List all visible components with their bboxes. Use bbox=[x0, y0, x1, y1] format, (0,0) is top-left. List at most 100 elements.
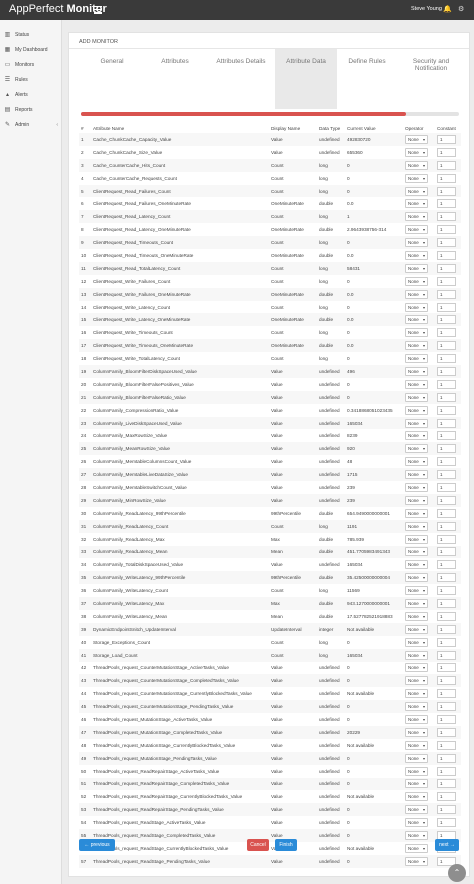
operator-select[interactable]: None ▾ bbox=[405, 508, 428, 518]
constant-input[interactable]: 1 bbox=[437, 805, 456, 815]
operator-select[interactable]: None ▾ bbox=[405, 354, 428, 364]
tab-attribute-data[interactable]: Attribute Data bbox=[275, 49, 337, 109]
constant-input[interactable]: 1 bbox=[437, 560, 456, 570]
operator-select[interactable]: None ▾ bbox=[405, 276, 428, 286]
hamburger-icon[interactable] bbox=[94, 6, 102, 16]
operator-select[interactable]: None ▾ bbox=[405, 805, 428, 815]
operator-select[interactable]: None ▾ bbox=[405, 392, 428, 402]
operator-select[interactable]: None ▾ bbox=[405, 689, 428, 699]
tab-attributes-details[interactable]: Attributes Details bbox=[209, 58, 273, 65]
tab-define-rules[interactable]: Define Rules bbox=[339, 58, 395, 65]
constant-input[interactable]: 1 bbox=[437, 276, 456, 286]
sidebar-item-admin[interactable]: ✎ Admin ‹ bbox=[0, 118, 62, 132]
bell-icon[interactable]: 🔔 bbox=[443, 5, 452, 13]
operator-select[interactable]: None ▾ bbox=[405, 521, 428, 531]
constant-input[interactable]: 1 bbox=[437, 302, 456, 312]
operator-select[interactable]: None ▾ bbox=[405, 173, 428, 183]
operator-select[interactable]: None ▾ bbox=[405, 650, 428, 660]
operator-select[interactable]: None ▾ bbox=[405, 134, 428, 144]
cancel-button[interactable]: Cancel bbox=[247, 839, 269, 851]
next-button[interactable]: next → bbox=[435, 839, 459, 851]
tab-security-notification[interactable]: Security and Notification bbox=[399, 58, 463, 72]
operator-select[interactable]: None ▾ bbox=[405, 586, 428, 596]
constant-input[interactable]: 1 bbox=[437, 753, 456, 763]
constant-input[interactable]: 1 bbox=[437, 238, 456, 248]
constant-input[interactable]: 1 bbox=[437, 225, 456, 235]
constant-input[interactable]: 1 bbox=[437, 779, 456, 789]
operator-select[interactable]: None ▾ bbox=[405, 186, 428, 196]
operator-select[interactable]: None ▾ bbox=[405, 495, 428, 505]
constant-input[interactable]: 1 bbox=[437, 766, 456, 776]
brand-logo[interactable]: AppPerfect Monitor bbox=[9, 3, 107, 15]
operator-select[interactable]: None ▾ bbox=[405, 160, 428, 170]
constant-input[interactable]: 1 bbox=[437, 482, 456, 492]
constant-input[interactable]: 1 bbox=[437, 147, 456, 157]
scroll-top-button[interactable]: ⌃ bbox=[448, 864, 466, 882]
constant-input[interactable]: 1 bbox=[437, 173, 456, 183]
operator-select[interactable]: None ▾ bbox=[405, 611, 428, 621]
operator-select[interactable]: None ▾ bbox=[405, 856, 428, 866]
operator-select[interactable]: None ▾ bbox=[405, 547, 428, 557]
operator-select[interactable]: None ▾ bbox=[405, 715, 428, 725]
constant-input[interactable]: 1 bbox=[437, 637, 456, 647]
constant-input[interactable]: 1 bbox=[437, 521, 456, 531]
operator-select[interactable]: None ▾ bbox=[405, 599, 428, 608]
operator-select[interactable]: None ▾ bbox=[405, 289, 428, 299]
operator-select[interactable]: None ▾ bbox=[405, 831, 428, 841]
constant-input[interactable]: 1 bbox=[437, 418, 456, 428]
operator-select[interactable]: None ▾ bbox=[405, 637, 428, 647]
constant-input[interactable]: 1 bbox=[437, 250, 456, 260]
operator-select[interactable]: None ▾ bbox=[405, 212, 428, 222]
constant-input[interactable]: 1 bbox=[437, 392, 456, 402]
constant-input[interactable]: 1 bbox=[437, 341, 456, 351]
operator-select[interactable]: None ▾ bbox=[405, 534, 428, 544]
operator-select[interactable]: None ▾ bbox=[405, 431, 428, 441]
operator-select[interactable]: None ▾ bbox=[405, 366, 428, 376]
constant-input[interactable]: 1 bbox=[437, 702, 456, 712]
constant-input[interactable]: 1 bbox=[437, 444, 456, 454]
constant-input[interactable]: 1 bbox=[437, 495, 456, 505]
constant-input[interactable]: 1 bbox=[437, 354, 456, 364]
operator-select[interactable]: None ▾ bbox=[405, 263, 428, 273]
constant-input[interactable]: 1 bbox=[437, 792, 456, 802]
operator-select[interactable]: None ▾ bbox=[405, 753, 428, 763]
operator-select[interactable]: None ▾ bbox=[405, 379, 428, 389]
constant-input[interactable]: 1 bbox=[437, 263, 456, 273]
sidebar-item-status[interactable]: ▥ Status bbox=[0, 28, 62, 42]
operator-select[interactable]: None ▾ bbox=[405, 624, 428, 634]
constant-input[interactable]: 1 bbox=[437, 534, 456, 544]
tab-attributes[interactable]: Attributes bbox=[145, 58, 205, 65]
operator-select[interactable]: None ▾ bbox=[405, 199, 428, 209]
constant-input[interactable]: 1 bbox=[437, 740, 456, 750]
operator-select[interactable]: None ▾ bbox=[405, 702, 428, 712]
constant-input[interactable]: 1 bbox=[437, 586, 456, 596]
operator-select[interactable]: None ▾ bbox=[405, 843, 428, 853]
operator-select[interactable]: None ▾ bbox=[405, 482, 428, 492]
operator-select[interactable]: None ▾ bbox=[405, 676, 428, 686]
operator-select[interactable]: None ▾ bbox=[405, 560, 428, 570]
operator-select[interactable]: None ▾ bbox=[405, 225, 428, 235]
constant-input[interactable]: 1 bbox=[437, 186, 456, 196]
tab-general[interactable]: General bbox=[83, 58, 141, 65]
constant-input[interactable]: 1 bbox=[437, 715, 456, 725]
sidebar-item-monitors[interactable]: ▭ Monitors bbox=[0, 58, 62, 72]
constant-input[interactable]: 1 bbox=[437, 470, 456, 480]
sidebar-item-rules[interactable]: ☰ Rules bbox=[0, 73, 62, 87]
operator-select[interactable]: None ▾ bbox=[405, 444, 428, 454]
constant-input[interactable]: 1 bbox=[437, 689, 456, 699]
operator-select[interactable]: None ▾ bbox=[405, 663, 428, 673]
constant-input[interactable]: 1 bbox=[437, 599, 456, 608]
sidebar-item-alerts[interactable]: ▴ Alerts bbox=[0, 88, 62, 102]
operator-select[interactable]: None ▾ bbox=[405, 341, 428, 351]
constant-input[interactable]: 1 bbox=[437, 650, 456, 660]
operator-select[interactable]: None ▾ bbox=[405, 818, 428, 828]
operator-select[interactable]: None ▾ bbox=[405, 792, 428, 802]
constant-input[interactable]: 1 bbox=[437, 379, 456, 389]
constant-input[interactable]: 1 bbox=[437, 315, 456, 325]
constant-input[interactable]: 1 bbox=[437, 366, 456, 376]
constant-input[interactable]: 1 bbox=[437, 431, 456, 441]
sidebar-item-dashboard[interactable]: ▦ My Dashboard bbox=[0, 43, 62, 57]
operator-select[interactable]: None ▾ bbox=[405, 302, 428, 312]
operator-select[interactable]: None ▾ bbox=[405, 147, 428, 157]
constant-input[interactable]: 1 bbox=[437, 160, 456, 170]
